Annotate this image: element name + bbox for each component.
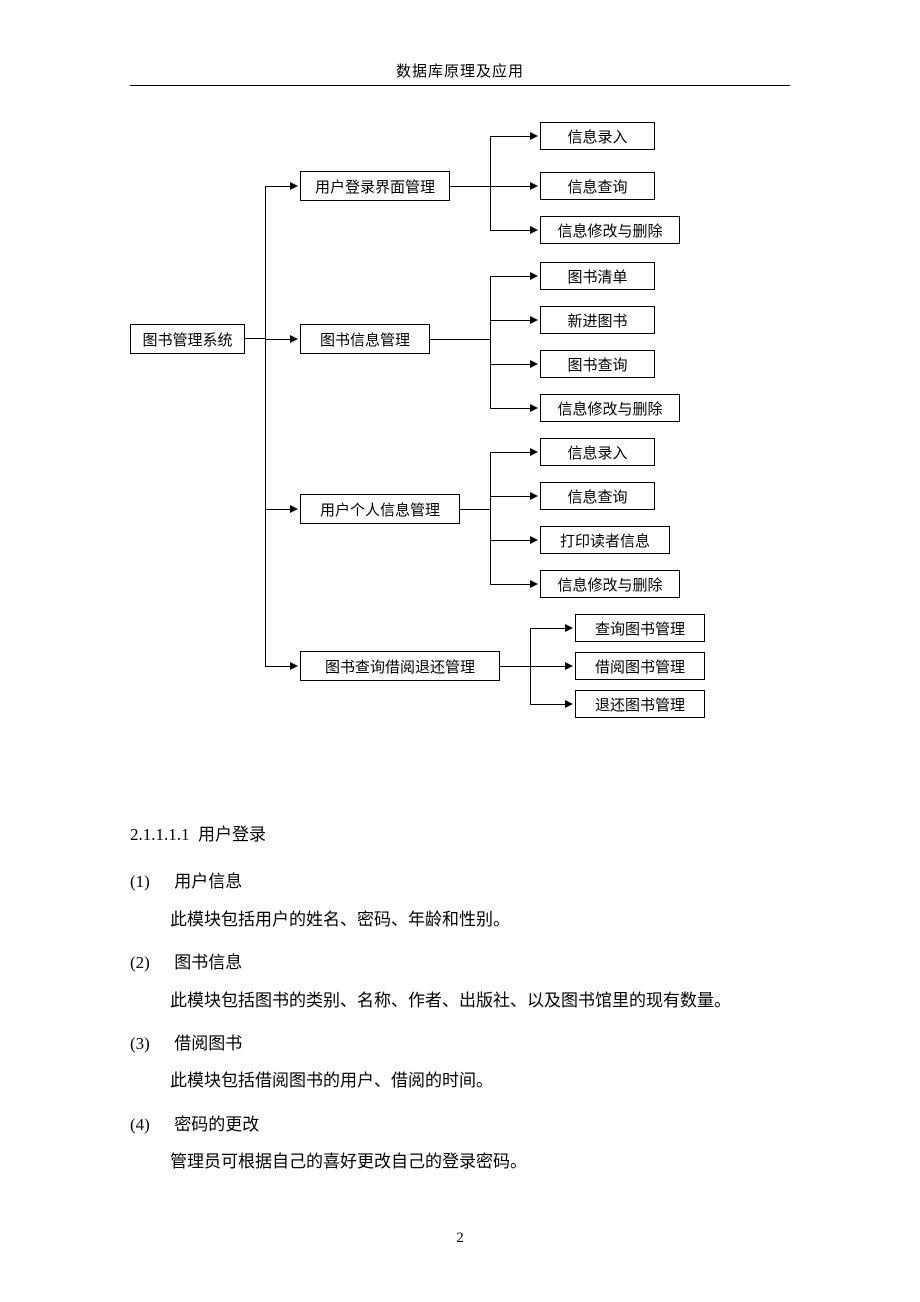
- section-heading: 2.1.1.1.1 用户登录: [130, 816, 790, 853]
- node-leaf-1-0: 图书清单: [540, 262, 655, 290]
- conn: [490, 186, 532, 187]
- node-leaf-2-3: 信息修改与删除: [540, 570, 680, 598]
- conn: [490, 136, 532, 137]
- section-title: 用户登录: [198, 825, 266, 844]
- conn: [450, 186, 490, 187]
- node-branch-3: 图书查询借阅退还管理: [300, 651, 500, 681]
- conn: [490, 136, 491, 230]
- conn: [490, 230, 532, 231]
- node-leaf-1-1: 新进图书: [540, 306, 655, 334]
- arrow: [530, 360, 538, 368]
- conn: [265, 666, 292, 667]
- item-title: 密码的更改: [174, 1106, 259, 1143]
- node-root: 图书管理系统: [130, 324, 245, 354]
- arrow: [530, 492, 538, 500]
- node-leaf-2-2: 打印读者信息: [540, 526, 670, 554]
- node-leaf-1-2: 图书查询: [540, 350, 655, 378]
- page-number: 2: [0, 1230, 920, 1247]
- arrow: [565, 700, 573, 708]
- node-leaf-3-0: 查询图书管理: [575, 614, 705, 642]
- node-branch-0: 用户登录界面管理: [300, 171, 450, 201]
- conn: [490, 364, 532, 365]
- node-leaf-2-0: 信息录入: [540, 438, 655, 466]
- conn: [265, 509, 292, 510]
- page-header-title: 数据库原理及应用: [130, 60, 790, 81]
- item-number: (4): [130, 1106, 170, 1143]
- node-branch-1: 图书信息管理: [300, 324, 430, 354]
- node-leaf-1-3: 信息修改与删除: [540, 394, 680, 422]
- item-title: 用户信息: [174, 863, 242, 900]
- conn: [490, 540, 532, 541]
- arrow: [530, 448, 538, 456]
- item-number: (2): [130, 944, 170, 981]
- list-item: (1) 用户信息 此模块包括用户的姓名、密码、年龄和性别。: [130, 863, 790, 938]
- item-desc: 此模块包括借阅图书的用户、借阅的时间。: [170, 1062, 790, 1099]
- node-leaf-0-1: 信息查询: [540, 172, 655, 200]
- hierarchy-diagram: 图书管理系统 用户登录界面管理 信息录入 信息查询 信息修改与删除 图书信息管理…: [130, 106, 790, 726]
- arrow: [565, 662, 573, 670]
- arrow: [530, 536, 538, 544]
- list-item: (3) 借阅图书 此模块包括借阅图书的用户、借阅的时间。: [130, 1025, 790, 1100]
- conn: [490, 276, 491, 408]
- arrow: [530, 580, 538, 588]
- conn: [460, 509, 490, 510]
- conn: [490, 452, 491, 584]
- item-desc: 管理员可根据自己的喜好更改自己的登录密码。: [170, 1143, 790, 1180]
- conn: [490, 584, 532, 585]
- arrow: [290, 182, 298, 190]
- conn: [245, 338, 265, 339]
- item-number: (1): [130, 863, 170, 900]
- item-desc: 此模块包括用户的姓名、密码、年龄和性别。: [170, 901, 790, 938]
- item-title: 借阅图书: [174, 1025, 242, 1062]
- conn: [530, 666, 567, 667]
- arrow: [530, 132, 538, 140]
- list-item: (4) 密码的更改 管理员可根据自己的喜好更改自己的登录密码。: [130, 1106, 790, 1181]
- section-number: 2.1.1.1.1: [130, 825, 190, 844]
- arrow: [290, 662, 298, 670]
- node-leaf-2-1: 信息查询: [540, 482, 655, 510]
- arrow: [530, 404, 538, 412]
- header-rule: [130, 85, 790, 86]
- node-leaf-3-1: 借阅图书管理: [575, 652, 705, 680]
- node-leaf-0-2: 信息修改与删除: [540, 216, 680, 244]
- arrow: [290, 335, 298, 343]
- conn: [265, 339, 292, 340]
- body-content: 2.1.1.1.1 用户登录 (1) 用户信息 此模块包括用户的姓名、密码、年龄…: [130, 816, 790, 1181]
- conn: [490, 452, 532, 453]
- node-branch-2: 用户个人信息管理: [300, 494, 460, 524]
- conn: [490, 320, 532, 321]
- arrow: [530, 182, 538, 190]
- arrow: [530, 226, 538, 234]
- item-number: (3): [130, 1025, 170, 1062]
- node-leaf-0-0: 信息录入: [540, 122, 655, 150]
- page: 数据库原理及应用 图书管理系统 用户登录界面管理 信息录入 信息查询 信息修改与…: [0, 0, 920, 1302]
- node-leaf-3-2: 退还图书管理: [575, 690, 705, 718]
- conn: [490, 496, 532, 497]
- arrow: [290, 505, 298, 513]
- item-desc: 此模块包括图书的类别、名称、作者、出版社、以及图书馆里的现有数量。: [170, 982, 790, 1019]
- conn: [265, 186, 292, 187]
- arrow: [565, 624, 573, 632]
- conn: [265, 186, 266, 666]
- arrow: [530, 316, 538, 324]
- conn: [500, 666, 530, 667]
- conn: [490, 276, 532, 277]
- conn: [530, 704, 567, 705]
- conn: [430, 339, 490, 340]
- arrow: [530, 272, 538, 280]
- list-item: (2) 图书信息 此模块包括图书的类别、名称、作者、出版社、以及图书馆里的现有数…: [130, 944, 790, 1019]
- conn: [490, 408, 532, 409]
- item-title: 图书信息: [174, 944, 242, 981]
- conn: [530, 628, 567, 629]
